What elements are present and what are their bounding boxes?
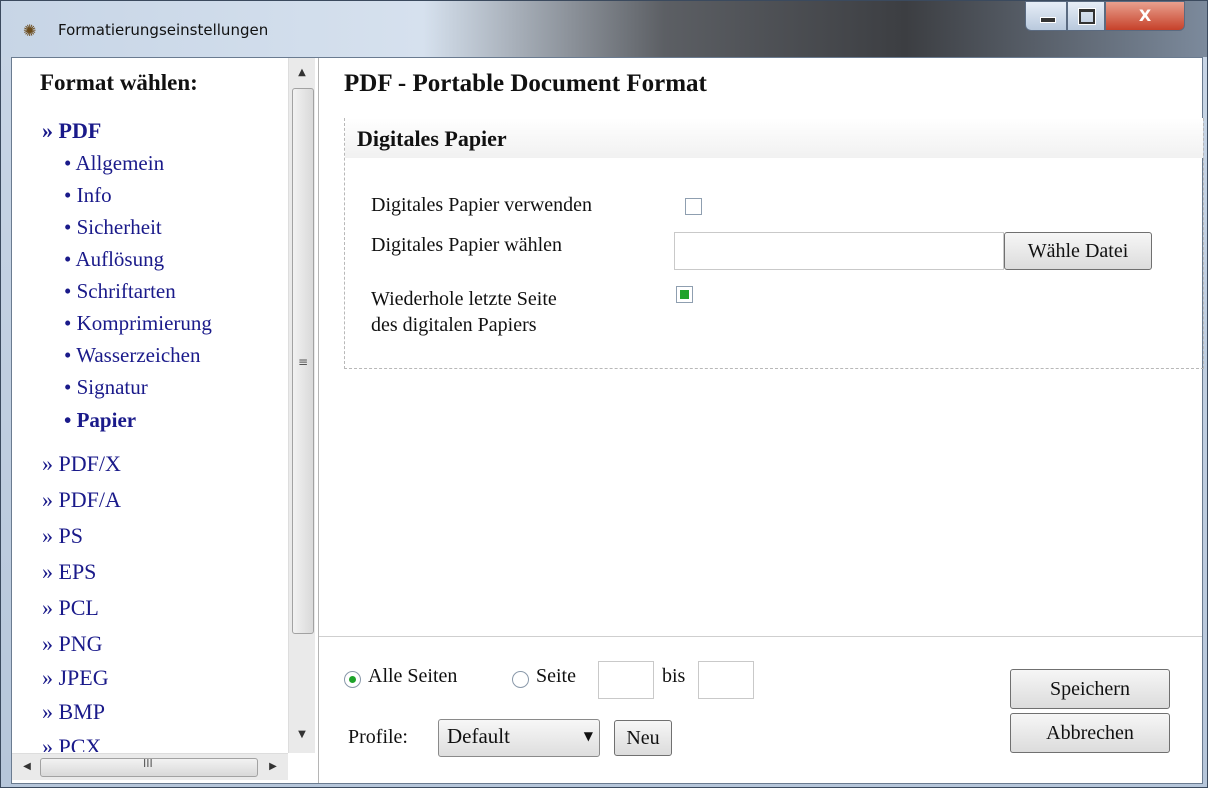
page-range-radio[interactable] <box>512 671 529 688</box>
scroll-left-icon[interactable]: ◀ <box>16 754 38 780</box>
format-item-jpeg[interactable]: » JPEG <box>42 665 109 691</box>
maximize-icon <box>1079 9 1095 24</box>
group-header: Digitales Papier <box>345 118 1203 158</box>
sidebar-heading: Format wählen: <box>40 70 198 95</box>
sidebar-vertical-scrollbar[interactable]: ▲ ≡ ▼ <box>288 58 315 753</box>
group-title: Digitales Papier <box>357 126 507 151</box>
pdf-subitem-allgemein[interactable]: • Allgemein <box>64 151 164 176</box>
pdf-subitem-sicherheit[interactable]: • Sicherheit <box>64 215 162 240</box>
pdf-subitem-aufloesung[interactable]: • Auflösung <box>64 247 164 272</box>
page-title: PDF - Portable Document Format <box>344 70 707 97</box>
choose-paper-label: Digitales Papier wählen <box>371 234 563 256</box>
format-item-pcl[interactable]: » PCL <box>42 595 99 621</box>
pdf-subitem-komprimierung[interactable]: • Komprimierung <box>64 311 212 336</box>
format-item-eps[interactable]: » EPS <box>42 559 96 585</box>
format-item-pdfx[interactable]: » PDF/X <box>42 451 121 477</box>
use-paper-checkbox[interactable] <box>685 198 702 215</box>
page-from-input[interactable] <box>598 661 654 699</box>
pdf-subitem-papier[interactable]: • Papier <box>64 408 136 433</box>
client-area: Format wählen: » PDF • Allgemein • Info … <box>11 57 1204 784</box>
all-pages-radio[interactable] <box>344 671 361 688</box>
title-bar[interactable]: ✺ Formatierungseinstellungen X <box>1 1 1207 57</box>
scroll-down-icon[interactable]: ▼ <box>289 722 315 748</box>
format-item-pcx[interactable]: » PCX <box>42 734 101 752</box>
bottom-separator <box>319 636 1202 637</box>
paper-file-field[interactable] <box>674 232 1004 270</box>
new-profile-button[interactable]: Neu <box>614 720 672 756</box>
page-to-input[interactable] <box>698 661 754 699</box>
profile-select-value: Default <box>447 724 510 748</box>
digital-paper-group: Digitales Papier Digitales Papier verwen… <box>344 118 1204 369</box>
to-label: bis <box>662 665 686 687</box>
pdf-subitem-info[interactable]: • Info <box>64 183 112 208</box>
window-title: Formatierungseinstellungen <box>58 21 269 39</box>
close-icon: X <box>1138 6 1152 25</box>
scroll-up-icon[interactable]: ▲ <box>289 60 315 86</box>
close-button[interactable]: X <box>1105 1 1185 31</box>
save-button[interactable]: Speichern <box>1010 669 1170 709</box>
vertical-scroll-thumb[interactable]: ≡ <box>292 88 314 634</box>
settings-window: ✺ Formatierungseinstellungen X Format wä… <box>0 0 1208 788</box>
repeat-page-checkbox[interactable] <box>676 286 693 303</box>
format-item-pdf[interactable]: » PDF <box>42 118 101 144</box>
pdf-subitem-wasserzeichen[interactable]: • Wasserzeichen <box>64 343 200 368</box>
cancel-button[interactable]: Abbrechen <box>1010 713 1170 753</box>
pdf-subitem-signatur[interactable]: • Signatur <box>64 375 148 400</box>
all-pages-label[interactable]: Alle Seiten <box>368 665 457 688</box>
format-item-bmp[interactable]: » BMP <box>42 699 105 725</box>
scroll-right-icon[interactable]: ▶ <box>262 754 284 780</box>
sidebar-clip: » PCX <box>12 730 288 752</box>
chevron-down-icon: ▼ <box>583 729 593 743</box>
page-label[interactable]: Seite <box>536 665 576 688</box>
format-item-ps[interactable]: » PS <box>42 523 83 549</box>
minimize-icon <box>1040 17 1056 23</box>
format-item-pdfa[interactable]: » PDF/A <box>42 487 121 513</box>
profile-select[interactable]: Default ▼ <box>438 719 600 757</box>
repeat-page-label-line1: Wiederhole letzte Seite <box>371 288 557 310</box>
sidebar-horizontal-scrollbar[interactable]: ◀ III ▶ <box>12 753 288 780</box>
profile-label: Profile: <box>348 726 408 748</box>
scroll-grip-icon: III <box>143 757 153 770</box>
format-item-png[interactable]: » PNG <box>42 631 103 657</box>
minimize-button[interactable] <box>1025 1 1067 31</box>
scroll-grip-icon: ≡ <box>298 355 309 369</box>
use-paper-label: Digitales Papier verwenden <box>371 194 593 216</box>
horizontal-scroll-thumb[interactable]: III <box>40 757 258 777</box>
maximize-button[interactable] <box>1067 1 1105 31</box>
pdf-subitem-schriftarten[interactable]: • Schriftarten <box>64 279 176 304</box>
format-sidebar: Format wählen: » PDF • Allgemein • Info … <box>12 58 319 783</box>
choose-file-button[interactable]: Wähle Datei <box>1004 232 1152 270</box>
app-icon: ✺ <box>23 23 37 40</box>
repeat-page-label-line2: des digitalen Papiers <box>371 314 537 336</box>
